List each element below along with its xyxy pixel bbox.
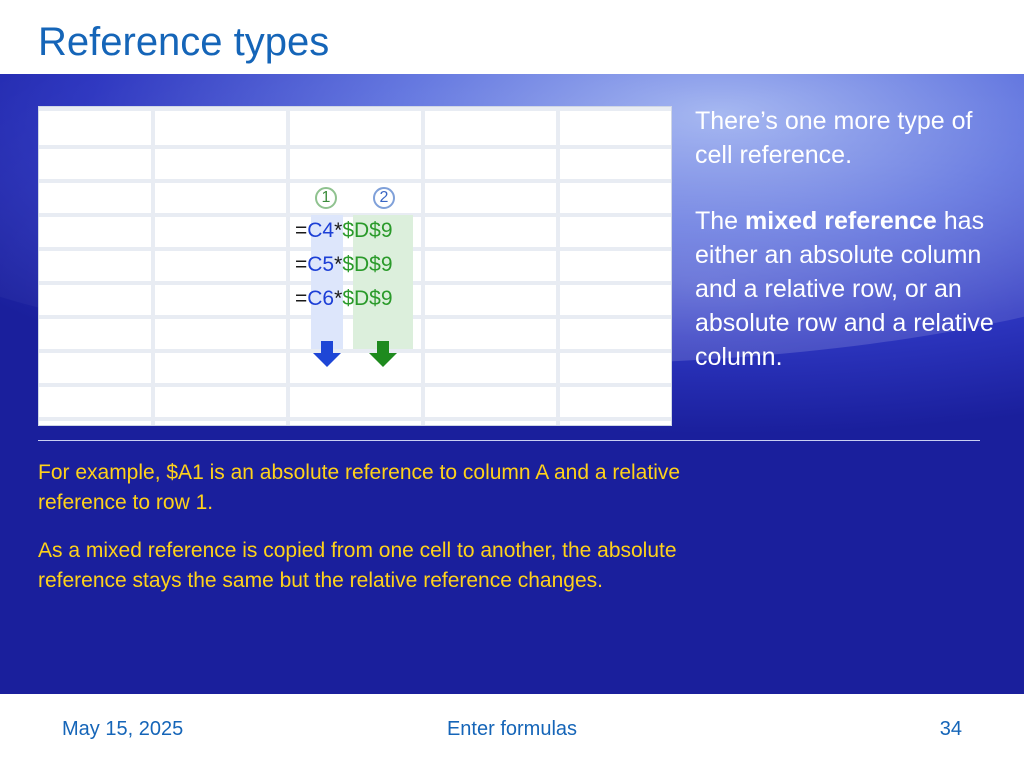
grid-line (39, 349, 671, 353)
formula-equals: = (295, 219, 308, 242)
example-text-2: As a mixed reference is copied from one … (38, 539, 677, 592)
arrow-down-icon (321, 341, 333, 353)
example-text-1: For example, $A1 is an absolute referenc… (38, 461, 681, 514)
absolute-reference: $D$9 (342, 219, 393, 242)
grid-line (421, 107, 425, 425)
grid-line (556, 107, 560, 425)
formula-row: =C6*$D$9 (295, 287, 393, 311)
callout-circle-1: 1 (315, 187, 337, 209)
relative-reference: C6 (307, 287, 335, 310)
mixed-text-prefix: The (695, 207, 746, 235)
callout-circle-2: 2 (373, 187, 395, 209)
relative-reference: C4 (307, 219, 335, 242)
slide-footer: May 15, 2025 Enter formulas 34 (0, 694, 1024, 768)
absolute-reference: $D$9 (342, 253, 393, 276)
slide-title: Reference types (38, 20, 330, 64)
formula-equals: = (295, 253, 308, 276)
grid-line (39, 383, 671, 387)
arrow-down-icon (377, 341, 389, 353)
slide-content: 1 2 =C4*$D$9 =C5*$D$9 =C6*$D$9 There’s o… (0, 74, 1024, 694)
arrow-down-icon (313, 353, 341, 367)
arrow-down-icon (369, 353, 397, 367)
grid-line (39, 179, 671, 183)
formula-equals: = (295, 287, 308, 310)
mixed-text-bold: mixed reference (745, 207, 937, 235)
formula-row: =C4*$D$9 (295, 219, 393, 243)
grid-line (39, 107, 671, 111)
grid-line (39, 417, 671, 421)
title-bar: Reference types (0, 0, 1024, 74)
grid-line (39, 145, 671, 149)
intro-text: There’s one more type of cell reference. (695, 107, 973, 169)
divider-line (38, 440, 980, 441)
relative-reference: C5 (307, 253, 335, 276)
grid-line (151, 107, 155, 425)
footer-title: Enter formulas (446, 718, 578, 740)
spreadsheet-illustration: 1 2 =C4*$D$9 =C5*$D$9 =C6*$D$9 (38, 106, 672, 426)
page-number: 34 (939, 718, 962, 740)
formula-row: =C5*$D$9 (295, 253, 393, 277)
grid-line (286, 107, 290, 425)
mixed-reference-text: The mixed reference has either an absolu… (695, 204, 995, 374)
absolute-reference: $D$9 (342, 287, 393, 310)
